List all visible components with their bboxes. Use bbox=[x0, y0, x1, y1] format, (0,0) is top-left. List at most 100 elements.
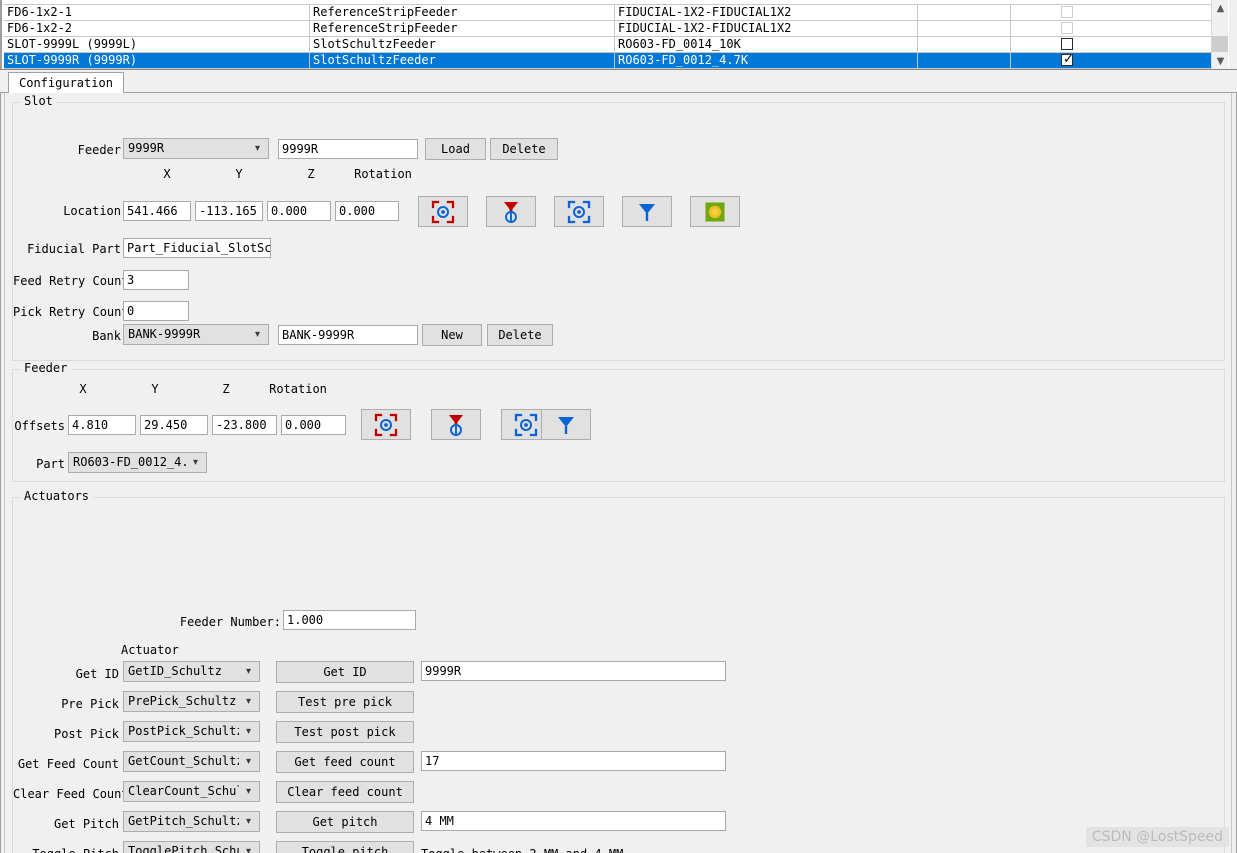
bank-name-input[interactable]: BANK-9999R bbox=[278, 325, 418, 345]
cell-name: FD6-1x2-1 bbox=[7, 5, 73, 19]
table-row[interactable]: SLOT-9999L (9999L) SlotSchultzFeeder RO6… bbox=[4, 37, 1216, 53]
feeder-configuration-window: FD6-1x2-1 ReferenceStripFeeder FIDUCIAL-… bbox=[0, 0, 1237, 853]
panel-right-border bbox=[1231, 93, 1237, 853]
cell-part: FIDUCIAL-1X2-FIDUCIAL1X2 bbox=[614, 21, 917, 37]
feeder-capture-camera-location-icon-button[interactable] bbox=[361, 409, 411, 440]
feeder-axis-header-z: Z bbox=[222, 382, 230, 396]
slot-group-title: Slot bbox=[20, 95, 57, 108]
capture-nozzle-location-icon-button[interactable] bbox=[486, 196, 536, 227]
cell-part: RO603-FD_0014_10K bbox=[614, 37, 917, 53]
actuator-column-header: Actuator bbox=[121, 643, 179, 657]
cell-bank bbox=[917, 5, 1010, 21]
chevron-down-icon: ▾ bbox=[245, 756, 252, 767]
actuator-note-toggle-pitch: Toggle between 2 MM and 4 MM bbox=[421, 847, 821, 853]
feeder-move-nozzle-to-location-icon-button[interactable] bbox=[541, 409, 591, 440]
feeder-label: Feeder bbox=[77, 143, 121, 157]
actuator-combo-value: GetCount_Schultz bbox=[128, 754, 239, 768]
enabled-checkbox[interactable] bbox=[1061, 6, 1073, 18]
location-rotation-input[interactable]: 0.000 bbox=[335, 201, 399, 221]
actuator-combo-pre-pick[interactable]: PrePick_Schultz ▾ bbox=[123, 691, 260, 712]
actuator-label-get-id: Get ID bbox=[75, 667, 119, 681]
feeder-group: Feeder X Y Z Rotation Offsets 4.810 29.4… bbox=[12, 362, 1225, 482]
actuator-combo-get-feed-count[interactable]: GetCount_Schultz ▾ bbox=[123, 751, 260, 772]
enabled-checkbox-checked[interactable]: ✓ bbox=[1061, 53, 1074, 66]
scroll-up-icon[interactable]: ▲ bbox=[1212, 0, 1229, 17]
chevron-down-icon: ▾ bbox=[245, 696, 252, 707]
feeder-name-input[interactable]: 9999R bbox=[278, 139, 418, 159]
actuator-label-get-pitch: Get Pitch bbox=[53, 817, 119, 831]
offset-y-input[interactable]: 29.450 bbox=[140, 415, 208, 435]
cell-type: SlotSchultzFeeder bbox=[309, 37, 614, 53]
delete-button[interactable]: Delete bbox=[490, 138, 558, 160]
capture-camera-location-icon-button[interactable] bbox=[418, 196, 468, 227]
tab-configuration[interactable]: Configuration bbox=[8, 72, 124, 93]
actuator-combo-value: TogglePitch_Schultz bbox=[128, 844, 239, 853]
table-row-selected[interactable]: SLOT-9999R (9999R) SlotSchultzFeeder RO6… bbox=[4, 53, 1216, 69]
table-bottom-divider bbox=[0, 69, 1237, 70]
offset-rotation-input[interactable]: 0.000 bbox=[281, 415, 346, 435]
cell-name: FD6-1x2-2 bbox=[7, 21, 73, 35]
cell-enabled[interactable] bbox=[1010, 21, 1216, 37]
actuator-combo-get-pitch[interactable]: GetPitch_Schultz ▾ bbox=[123, 811, 260, 832]
feeder-number-input[interactable]: 1.000 bbox=[283, 610, 416, 630]
scrollbar-thumb[interactable] bbox=[1212, 36, 1229, 52]
feeder-axis-header-rotation: Rotation bbox=[269, 382, 327, 396]
bank-delete-button[interactable]: Delete bbox=[487, 324, 553, 346]
feeder-combo-value: 9999R bbox=[128, 141, 165, 155]
offset-z-input[interactable]: -23.800 bbox=[212, 415, 277, 435]
table-row[interactable]: FD6-1x2-2 ReferenceStripFeeder FIDUCIAL-… bbox=[4, 21, 1216, 37]
table-vertical-scrollbar[interactable]: ▲ ▼ bbox=[1211, 0, 1229, 70]
actuator-button-toggle-pitch[interactable]: Toggle pitch bbox=[276, 841, 414, 853]
actuator-label-toggle-pitch: Toggle Pitch bbox=[13, 847, 119, 853]
scroll-down-icon[interactable]: ▼ bbox=[1212, 53, 1229, 70]
actuator-value-get-feed-count[interactable]: 17 bbox=[421, 751, 726, 771]
actuator-value-get-id[interactable]: 9999R bbox=[421, 661, 726, 681]
capture-nozzle-location-icon bbox=[504, 201, 518, 223]
table-right-edge bbox=[1228, 0, 1237, 70]
location-z-input[interactable]: 0.000 bbox=[267, 201, 331, 221]
pick-retry-count-input[interactable]: 0 bbox=[123, 301, 189, 321]
enabled-checkbox[interactable] bbox=[1061, 38, 1073, 50]
show-part-icon bbox=[705, 202, 725, 221]
watermark: CSDN @LostSpeed bbox=[1085, 827, 1229, 847]
actuator-combo-get-id[interactable]: GetID_Schultz ▾ bbox=[123, 661, 260, 682]
feeders-table-body: FD6-1x2-1 ReferenceStripFeeder FIDUCIAL-… bbox=[4, 0, 1216, 69]
cell-bank bbox=[917, 21, 1010, 37]
feeder-capture-nozzle-location-icon-button[interactable] bbox=[431, 409, 481, 440]
enabled-checkbox[interactable] bbox=[1061, 22, 1073, 34]
fiducial-part-input[interactable]: Part_Fiducial_SlotSchu bbox=[123, 238, 271, 258]
actuator-button-get-feed-count[interactable]: Get feed count bbox=[276, 751, 414, 773]
cell-enabled[interactable]: ✓ bbox=[1010, 53, 1216, 69]
location-label: Location bbox=[63, 204, 121, 218]
location-x-input[interactable]: 541.466 bbox=[123, 201, 191, 221]
actuator-combo-toggle-pitch[interactable]: TogglePitch_Schultz ▾ bbox=[123, 841, 260, 853]
actuator-combo-clear-feed-count[interactable]: ClearCount_Schultz ▾ bbox=[123, 781, 260, 802]
feeders-table[interactable]: FD6-1x2-1 ReferenceStripFeeder FIDUCIAL-… bbox=[0, 0, 1237, 70]
actuator-button-post-pick[interactable]: Test post pick bbox=[276, 721, 414, 743]
bank-combo[interactable]: BANK-9999R ▾ bbox=[123, 324, 269, 345]
actuator-button-get-pitch[interactable]: Get pitch bbox=[276, 811, 414, 833]
actuator-button-clear-feed-count[interactable]: Clear feed count bbox=[276, 781, 414, 803]
axis-header-rotation: Rotation bbox=[354, 167, 412, 181]
load-button[interactable]: Load bbox=[425, 138, 486, 160]
part-combo[interactable]: RO603-FD_0012_4.7K ▾ bbox=[68, 452, 207, 473]
table-row[interactable]: FD6-1x2-1 ReferenceStripFeeder FIDUCIAL-… bbox=[4, 5, 1216, 21]
location-y-input[interactable]: -113.165 bbox=[195, 201, 263, 221]
feed-retry-count-input[interactable]: 3 bbox=[123, 270, 189, 290]
cell-enabled[interactable] bbox=[1010, 37, 1216, 53]
bank-new-button[interactable]: New bbox=[422, 324, 482, 346]
panel-left-border bbox=[0, 93, 5, 853]
cell-name: SLOT-9999L (9999L) bbox=[7, 37, 138, 51]
show-part-icon-button[interactable] bbox=[690, 196, 740, 227]
move-camera-to-location-icon-button[interactable] bbox=[554, 196, 604, 227]
cell-type: SlotSchultzFeeder bbox=[309, 53, 614, 69]
cell-enabled[interactable] bbox=[1010, 5, 1216, 21]
move-nozzle-to-location-icon-button[interactable] bbox=[622, 196, 672, 227]
actuator-button-pre-pick[interactable]: Test pre pick bbox=[276, 691, 414, 713]
actuator-value-get-pitch[interactable]: 4 MM bbox=[421, 811, 726, 831]
actuator-button-get-id[interactable]: Get ID bbox=[276, 661, 414, 683]
feeder-combo[interactable]: 9999R ▾ bbox=[123, 138, 269, 159]
offset-x-input[interactable]: 4.810 bbox=[68, 415, 136, 435]
actuator-combo-post-pick[interactable]: PostPick_Schultz ▾ bbox=[123, 721, 260, 742]
configuration-panel: Slot Feeder 9999R ▾ 9999R Load Delete X … bbox=[0, 93, 1237, 853]
